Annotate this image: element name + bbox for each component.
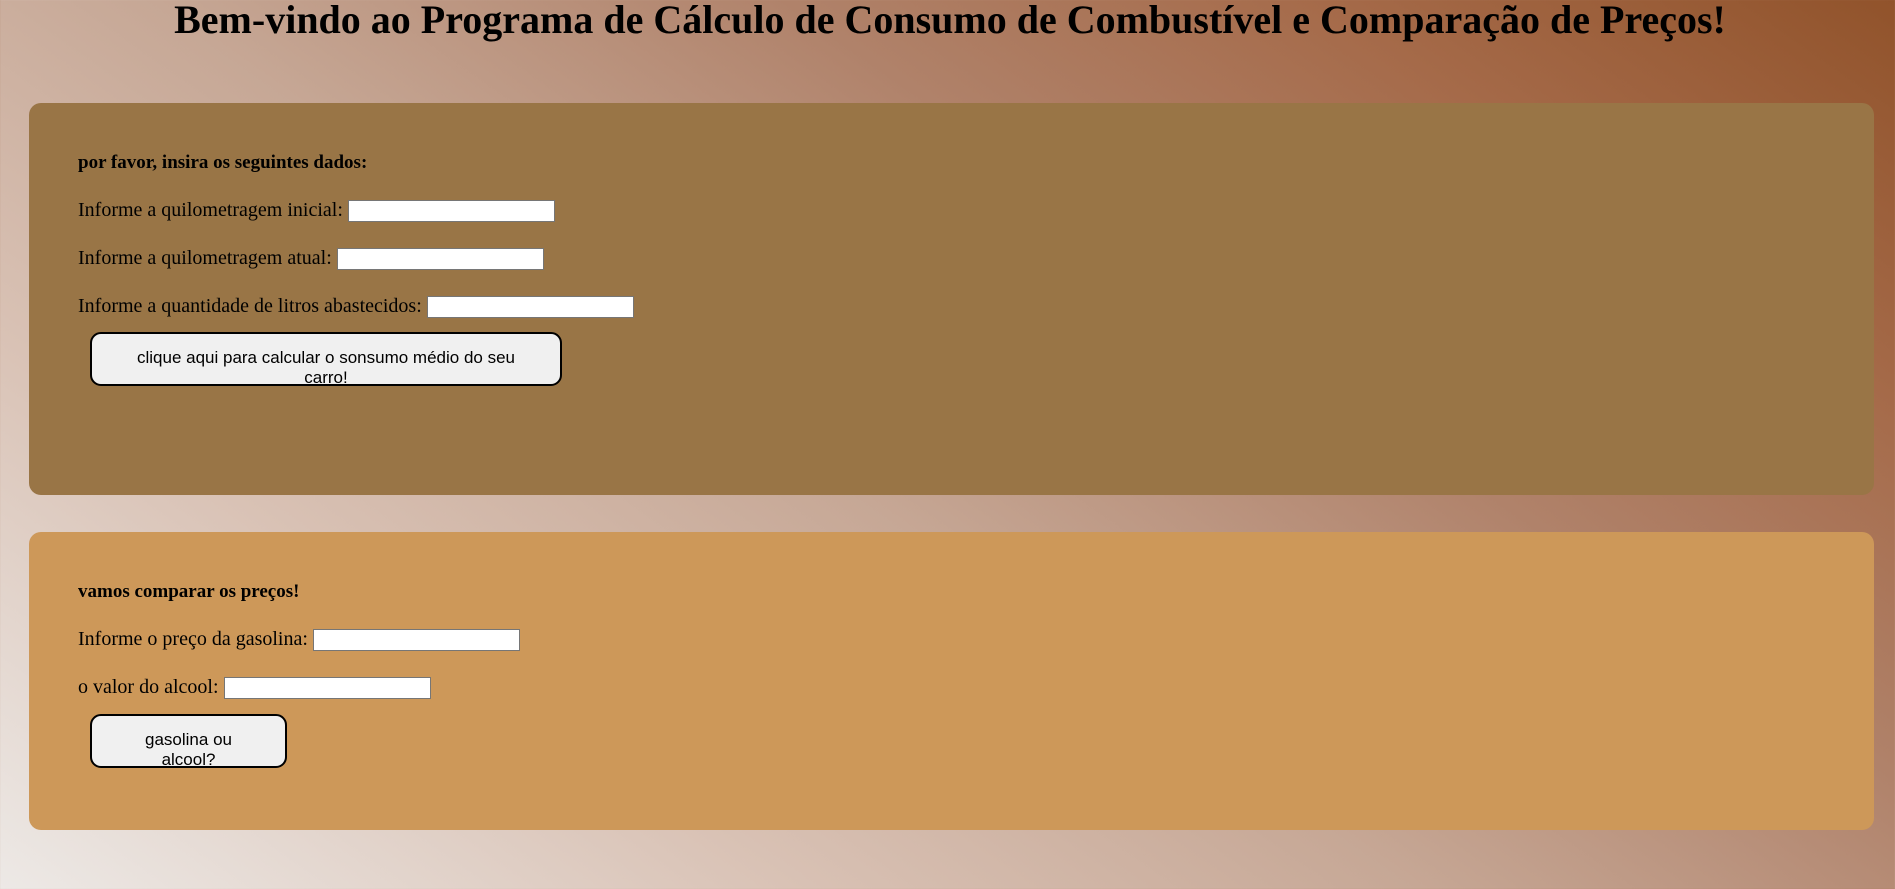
valor-alcool-label: o valor do alcool:	[78, 676, 219, 698]
litros-label: Informe a quantidade de litros abastecid…	[78, 295, 422, 317]
precos-heading: vamos comparar os preços!	[78, 581, 300, 602]
valor-alcool-row: o valor do alcool:	[78, 676, 431, 699]
km-inicial-row: Informe a quilometragem inicial:	[78, 199, 555, 222]
km-atual-label: Informe a quilometragem atual:	[78, 247, 332, 269]
calcular-consumo-button[interactable]: clique aqui para calcular o sonsumo médi…	[90, 332, 562, 387]
litros-input[interactable]	[426, 295, 634, 318]
km-atual-row: Informe a quilometragem atual:	[78, 247, 544, 270]
preco-gasolina-row: Informe o preço da gasolina:	[78, 628, 520, 651]
precos-panel: vamos comparar os preços! Informe o preç…	[29, 532, 1874, 830]
preco-gasolina-input[interactable]	[312, 628, 520, 651]
km-inicial-label: Informe a quilometragem inicial:	[78, 199, 343, 221]
litros-row: Informe a quantidade de litros abastecid…	[78, 295, 634, 318]
km-atual-input[interactable]	[336, 247, 544, 270]
preco-gasolina-label: Informe o preço da gasolina:	[78, 628, 308, 650]
consumo-heading: por favor, insira os seguintes dados:	[78, 152, 368, 173]
page-title: Bem-vindo ao Programa de Cálculo de Cons…	[174, 0, 1726, 42]
consumo-panel: por favor, insira os seguintes dados: In…	[29, 103, 1874, 495]
gasolina-ou-alcool-button[interactable]: gasolina ou alcool?	[90, 714, 287, 769]
valor-alcool-input[interactable]	[223, 676, 431, 699]
km-inicial-input[interactable]	[347, 199, 555, 222]
